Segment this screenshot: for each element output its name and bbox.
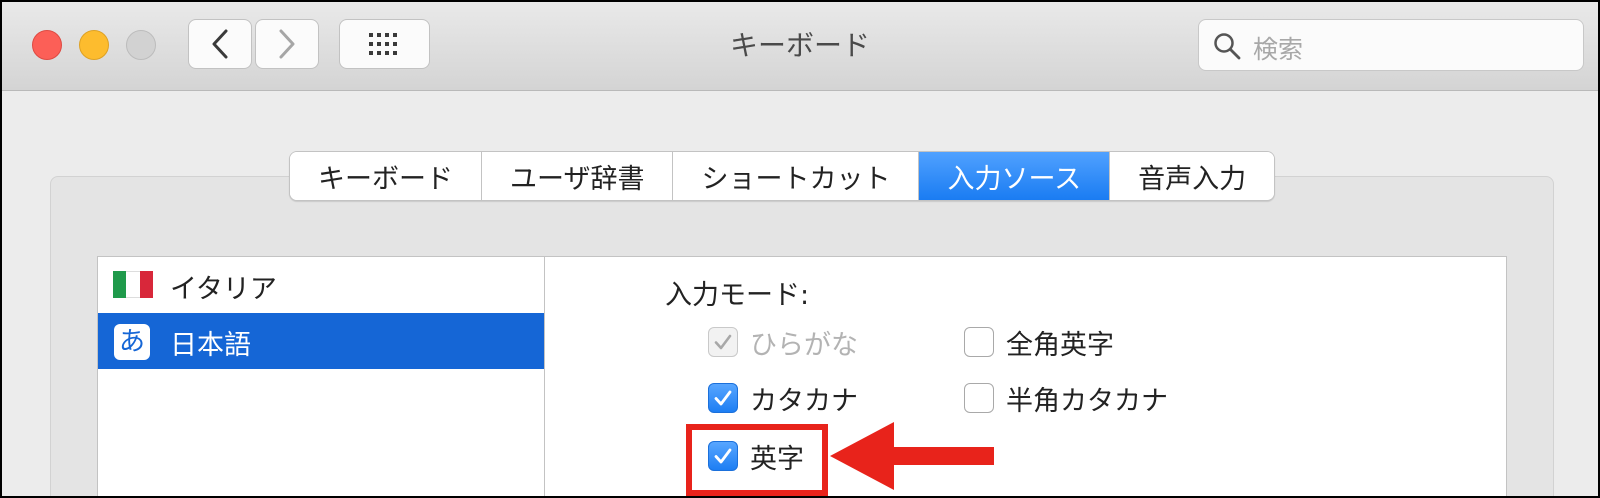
checkbox-box[interactable] (708, 383, 738, 413)
checkbox-label: 半角カタカナ (1006, 385, 1168, 417)
tab-dictation[interactable]: 音声入力 (1109, 152, 1275, 200)
checkbox-box[interactable] (964, 327, 994, 357)
checkbox-halfwidth-katakana[interactable]: 半角カタカナ (964, 380, 1168, 417)
tab-input-sources[interactable]: 入力ソース (918, 152, 1110, 200)
tab-bar: キーボード ユーザ辞書 ショートカット 入力ソース 音声入力 (289, 151, 1276, 201)
hiragana-icon: あ (114, 324, 150, 360)
checkbox-label: 全角英字 (1006, 329, 1114, 361)
checkbox-hiragana[interactable]: ひらがな (708, 324, 858, 361)
source-item-label: イタリア (170, 274, 277, 305)
annotation-highlight-box (686, 424, 828, 496)
checkmark-icon (714, 334, 732, 350)
source-item-japanese[interactable]: あ 日本語 (98, 313, 544, 369)
source-item-label: 日本語 (170, 330, 251, 361)
source-item-italian[interactable]: イタリア (98, 257, 544, 313)
checkbox-box[interactable] (708, 327, 738, 357)
title-bar: キーボード 検索 (2, 2, 1598, 91)
input-source-list: イタリア あ 日本語 (97, 256, 545, 496)
search-field[interactable]: 検索 (1198, 19, 1584, 71)
input-mode-label: 入力モード: (665, 280, 810, 311)
annotation-arrow-icon (830, 422, 994, 490)
tab-keyboard[interactable]: キーボード (290, 152, 481, 200)
tab-user-dictionary[interactable]: ユーザ辞書 (481, 152, 673, 200)
search-placeholder: 検索 (1253, 35, 1304, 64)
checkbox-label: カタカナ (750, 385, 858, 417)
checkbox-fullwidth-roman[interactable]: 全角英字 (964, 324, 1114, 361)
checkmark-icon (714, 390, 732, 406)
checkbox-box[interactable] (964, 383, 994, 413)
italy-flag-icon (113, 271, 153, 298)
checkbox-label: ひらがな (750, 329, 858, 361)
preferences-window: キーボード 検索 キーボード ユーザ辞書 ショートカット 入力ソース 音声入力 … (0, 0, 1600, 498)
tab-shortcuts[interactable]: ショートカット (672, 152, 919, 200)
search-icon (1214, 33, 1241, 60)
checkbox-katakana[interactable]: カタカナ (708, 380, 858, 417)
